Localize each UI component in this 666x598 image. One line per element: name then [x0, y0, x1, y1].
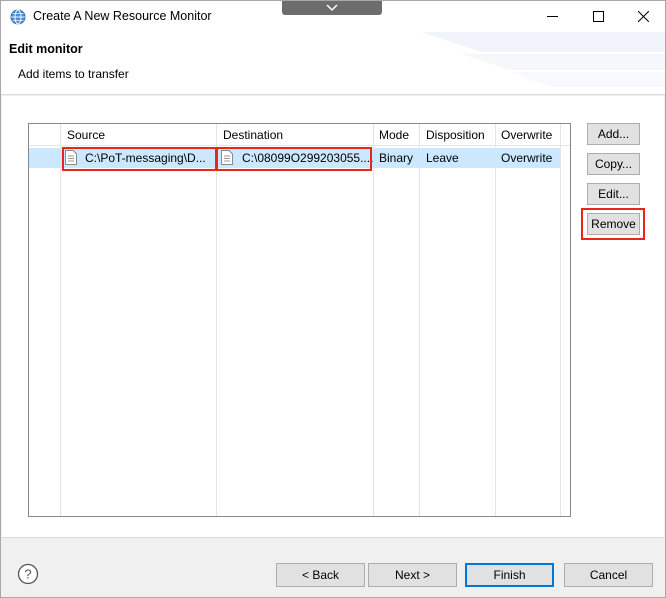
column-header-mode[interactable]: Mode [379, 128, 409, 142]
minimize-icon [546, 16, 558, 17]
overwrite-cell: Overwrite [501, 151, 553, 165]
globe-icon [10, 9, 26, 25]
content-panel: Source Destination Mode Disposition Over… [2, 96, 664, 538]
next-button[interactable]: Next > [368, 563, 457, 587]
title-bar: Create A New Resource Monitor [1, 1, 665, 32]
page-title: Edit monitor [9, 42, 83, 56]
column-header-source[interactable]: Source [67, 128, 105, 142]
column-header-disposition[interactable]: Disposition [426, 128, 485, 142]
column-divider [495, 124, 496, 516]
chevron-down-icon [326, 4, 338, 12]
add-button[interactable]: Add... [587, 123, 640, 145]
transfer-items-table[interactable]: Source Destination Mode Disposition Over… [28, 123, 571, 517]
remove-button[interactable]: Remove [587, 213, 640, 235]
edit-button[interactable]: Edit... [587, 183, 640, 205]
mode-cell: Binary [379, 151, 414, 165]
close-icon [637, 11, 649, 22]
svg-text:?: ? [24, 567, 31, 582]
close-button[interactable] [620, 1, 666, 32]
column-divider [216, 124, 217, 516]
maximize-icon [592, 11, 604, 22]
file-icon [221, 150, 233, 165]
wizard-banner: Edit monitor Add items to transfer [1, 32, 665, 95]
banner-decoration [421, 32, 665, 87]
column-header-overwrite[interactable]: Overwrite [501, 128, 552, 142]
table-row[interactable]: C:\PoT-messaging\D... C:\08099O299203055… [29, 148, 560, 168]
table-header: Source Destination Mode Disposition Over… [29, 124, 570, 146]
disposition-cell: Leave [426, 151, 459, 165]
destination-cell: C:\08099O299203055.... [242, 151, 374, 165]
finish-button[interactable]: Finish [465, 563, 554, 587]
copy-button[interactable]: Copy... [587, 153, 640, 175]
file-icon [65, 150, 77, 165]
column-divider [373, 124, 374, 516]
dialog-window: Create A New Resource Monitor Edit monit… [0, 0, 666, 598]
column-header-destination[interactable]: Destination [223, 128, 283, 142]
back-button[interactable]: < Back [276, 563, 365, 587]
maximize-button[interactable] [575, 1, 621, 32]
window-title: Create A New Resource Monitor [33, 9, 212, 23]
page-subtitle: Add items to transfer [18, 67, 129, 81]
help-icon[interactable]: ? [17, 563, 39, 585]
cancel-button[interactable]: Cancel [564, 563, 653, 587]
column-divider [560, 124, 561, 516]
column-divider [60, 124, 61, 516]
minimize-button[interactable] [529, 1, 575, 32]
source-cell: C:\PoT-messaging\D... [85, 151, 206, 165]
collapse-tab[interactable] [282, 1, 382, 15]
column-divider [419, 124, 420, 516]
